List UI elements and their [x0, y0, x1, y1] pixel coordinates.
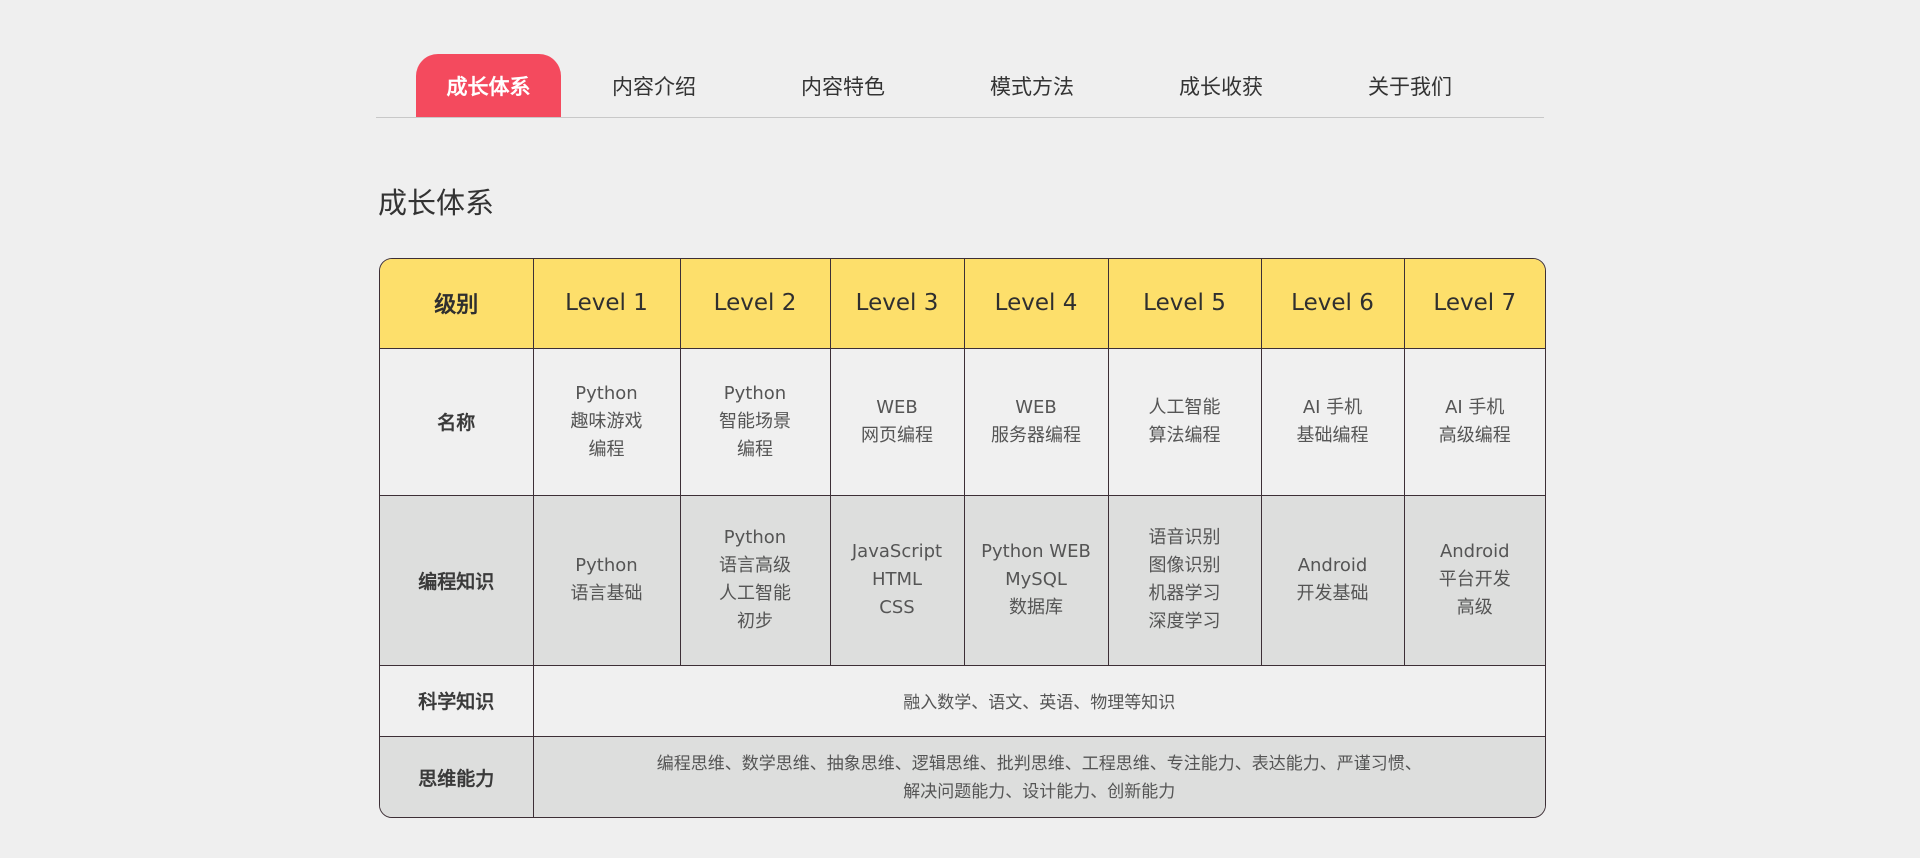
cell-line: 算法编程 [1148, 424, 1221, 446]
table-row-coding: 编程知识 Python 语言基础 Python 语言高级 人工智能 初步 Jav… [380, 494, 1545, 666]
row-label-name: 名称 [380, 347, 534, 496]
corner-label: 级别 [380, 259, 534, 349]
cell-line: 开发基础 [1296, 583, 1369, 604]
cell-line: 基础编程 [1296, 424, 1369, 446]
science-cell: 融入数学、语文、英语、物理等知识 [532, 664, 1545, 737]
cell-line: 平台开发 [1438, 569, 1511, 590]
level-header: Level 6 [1260, 259, 1405, 349]
cell-line: 语言基础 [570, 583, 643, 604]
cell-line: 智能场景 [719, 410, 791, 432]
cell-line: AI 手机 [1302, 396, 1363, 418]
tab-content-intro[interactable]: 内容介绍 [596, 54, 712, 117]
level-header: Level 4 [963, 259, 1109, 349]
cell-line: 人工智能 [1148, 396, 1221, 418]
thinking-cell: 编程思维、数学思维、抽象思维、逻辑思维、批判思维、工程思维、专注能力、表达能力、… [532, 735, 1545, 817]
row-label-coding: 编程知识 [380, 494, 534, 666]
tab-bar: 成长体系 内容介绍 内容特色 模式方法 成长收获 关于我们 [376, 54, 1544, 118]
tab-content-features[interactable]: 内容特色 [785, 54, 901, 117]
tab-growth-gains[interactable]: 成长收获 [1163, 54, 1279, 117]
coding-cell: Android 开发基础 [1260, 494, 1405, 666]
name-cell: 人工智能 算法编程 [1107, 347, 1262, 496]
cell-line: 高级 [1456, 597, 1493, 618]
row-label-science: 科学知识 [380, 664, 534, 737]
coding-cell: JavaScript HTML CSS [829, 494, 965, 666]
cell-line: 语言高级 [719, 555, 791, 576]
cell-line: 初步 [737, 611, 773, 632]
coding-cell: Android 平台开发 高级 [1403, 494, 1545, 666]
cell-line: Python [575, 382, 638, 404]
cell-line: AI 手机 [1445, 396, 1505, 418]
coding-cell: Python 语言高级 人工智能 初步 [679, 494, 831, 666]
tab-about-us[interactable]: 关于我们 [1352, 54, 1468, 117]
cell-line: 图像识别 [1148, 555, 1221, 576]
cell-line: 数据库 [1009, 597, 1063, 618]
growth-table-grid: 级别 Level 1 Level 2 Level 3 Level 4 Level… [380, 259, 1545, 817]
cell-line: Python WEB [981, 541, 1091, 562]
cell-line: MySQL [1005, 569, 1067, 590]
row-label-thinking: 思维能力 [380, 735, 534, 817]
cell-line: WEB [1015, 396, 1057, 418]
cell-line: Python [723, 527, 787, 548]
cell-line: 解决问题能力、设计能力、创新能力 [903, 781, 1176, 802]
cell-line: 高级编程 [1438, 424, 1511, 446]
cell-line: WEB [876, 396, 918, 418]
table-row-thinking: 思维能力 编程思维、数学思维、抽象思维、逻辑思维、批判思维、工程思维、专注能力、… [380, 735, 1545, 817]
level-header: Level 2 [679, 259, 831, 349]
cell-line: JavaScript [851, 541, 943, 562]
name-cell: AI 手机 高级编程 [1403, 347, 1545, 496]
coding-cell: Python 语言基础 [532, 494, 681, 666]
cell-line: Python [723, 382, 787, 404]
cell-line: 深度学习 [1148, 611, 1221, 632]
cell-line: 编程 [588, 438, 625, 460]
growth-table: 级别 Level 1 Level 2 Level 3 Level 4 Level… [379, 258, 1546, 818]
cell-line: 语音识别 [1148, 527, 1221, 548]
coding-cell: Python WEB MySQL 数据库 [963, 494, 1109, 666]
section-title: 成长体系 [378, 186, 495, 220]
level-header: Level 3 [829, 259, 965, 349]
level-header: Level 7 [1403, 259, 1545, 349]
cell-line: HTML [871, 569, 923, 590]
name-cell: AI 手机 基础编程 [1260, 347, 1405, 496]
name-cell: WEB 服务器编程 [963, 347, 1109, 496]
cell-line: CSS [879, 597, 915, 618]
cell-line: 人工智能 [719, 583, 791, 604]
cell-line: Python [575, 555, 638, 576]
cell-line: Android [1439, 541, 1510, 562]
cell-line: 编程 [737, 438, 773, 460]
tab-mode-method[interactable]: 模式方法 [974, 54, 1090, 117]
name-cell: WEB 网页编程 [829, 347, 965, 496]
header-row: 级别 Level 1 Level 2 Level 3 Level 4 Level… [380, 259, 1545, 349]
cell-line: 编程思维、数学思维、抽象思维、逻辑思维、批判思维、工程思维、专注能力、表达能力、… [656, 753, 1422, 774]
table-row-science: 科学知识 融入数学、语文、英语、物理等知识 [380, 664, 1545, 737]
coding-cell: 语音识别 图像识别 机器学习 深度学习 [1107, 494, 1262, 666]
level-header: Level 5 [1107, 259, 1262, 349]
tab-growth-system[interactable]: 成长体系 [416, 54, 561, 117]
name-cell: Python 智能场景 编程 [679, 347, 831, 496]
cell-line: 趣味游戏 [570, 410, 643, 432]
cell-line: 网页编程 [861, 424, 933, 446]
cell-line: Android [1297, 555, 1368, 576]
level-header: Level 1 [532, 259, 681, 349]
table-row-name: 名称 Python 趣味游戏 编程 Python 智能场景 编程 WEB 网页编… [380, 347, 1545, 496]
page: 成长体系 内容介绍 内容特色 模式方法 成长收获 关于我们 成长体系 级别 Le… [0, 0, 1920, 858]
cell-line: 机器学习 [1148, 583, 1221, 604]
cell-line: 服务器编程 [991, 424, 1081, 446]
name-cell: Python 趣味游戏 编程 [532, 347, 681, 496]
